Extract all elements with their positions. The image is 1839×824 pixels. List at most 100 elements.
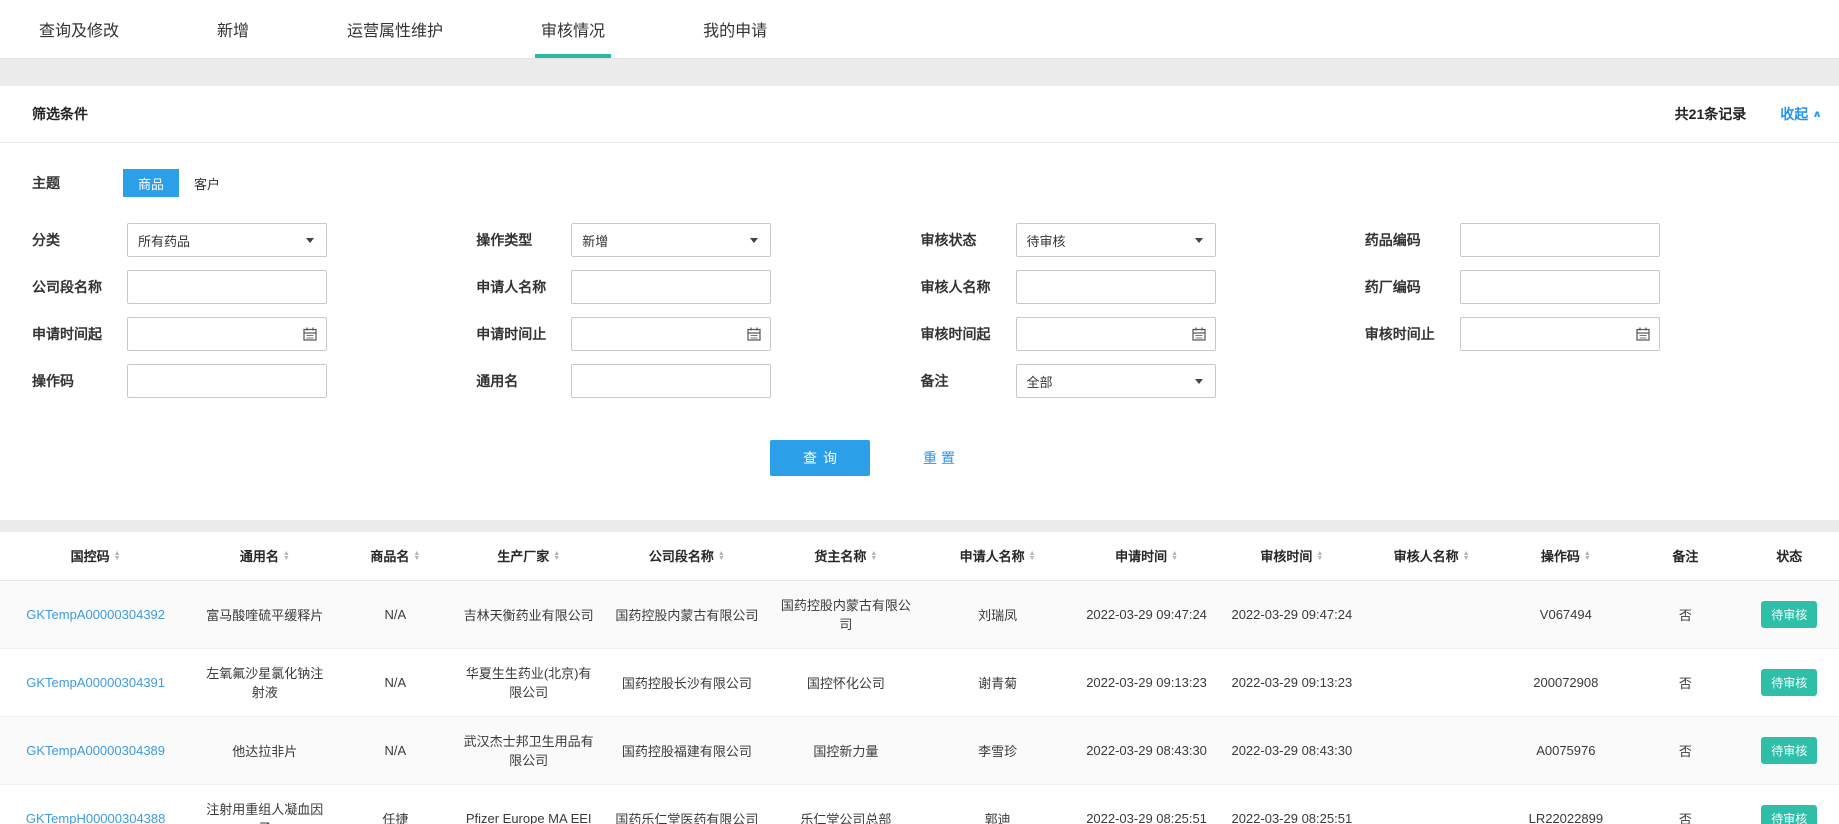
cell-状态: 待审核 [1740,716,1839,784]
sort-icon[interactable]: ▲▼ [413,551,420,561]
cell-审核时间: 2022-03-29 09:47:24 [1221,580,1363,648]
审核人名称-input[interactable] [1016,270,1216,304]
tab-新增[interactable]: 新增 [217,0,249,58]
公司段名称-input[interactable] [127,270,327,304]
filter-field-审核人名称: 审核人名称 [921,270,1365,304]
cell-货主名称: 乐仁堂公司总部 [769,784,923,824]
column-header-inner[interactable]: 申请人名称▲▼ [960,546,1036,565]
column-header-inner[interactable]: 审核人名称 ▲▼ [1394,546,1470,565]
sort-icon[interactable]: ▲▼ [1029,551,1036,561]
sort-icon[interactable]: ▲▼ [114,551,121,561]
theme-label: 主题 [32,173,123,193]
申请时间起-date-input[interactable] [127,317,327,351]
text-input[interactable] [1027,280,1205,295]
column-label: 状态 [1776,546,1802,565]
tab-我的申请[interactable]: 我的申请 [703,0,767,58]
cell-商品名: N/A [338,716,452,784]
cell-商品名: N/A [338,648,452,716]
search-button[interactable]: 查询 [770,440,870,476]
申请人名称-input[interactable] [571,270,771,304]
审核时间止-date-input[interactable] [1460,317,1660,351]
cell-状态: 待审核 [1740,784,1839,824]
药厂编码-input[interactable] [1460,270,1660,304]
date-input[interactable] [582,327,760,342]
gk-code-link[interactable]: GKTempH00000304388 [26,811,166,824]
text-input[interactable] [138,280,316,295]
field-label: 审核人名称 [921,277,1016,297]
sort-icon[interactable]: ▲▼ [1171,551,1178,561]
text-input[interactable] [138,374,316,389]
操作类型-select[interactable]: 新增 [571,223,771,257]
sort-icon[interactable]: ▲▼ [870,551,877,561]
操作码-input[interactable] [127,364,327,398]
gk-code-link[interactable]: GKTempA00000304391 [26,675,165,690]
sort-icon[interactable]: ▲▼ [283,551,290,561]
field-label: 审核时间起 [921,324,1016,344]
tab-审核情况[interactable]: 审核情况 [541,0,605,58]
column-header-inner[interactable]: 公司段名称▲▼ [649,546,725,565]
药品编码-input[interactable] [1460,223,1660,257]
column-header-inner[interactable]: 货主名称▲▼ [814,546,877,565]
status-badge: 待审核 [1761,737,1817,764]
column-header-inner[interactable]: 操作码▲▼ [1541,546,1591,565]
theme-option-客户[interactable]: 客户 [179,169,235,197]
date-input[interactable] [1027,327,1205,342]
审核状态-select[interactable]: 待审核 [1016,223,1216,257]
cell-货主名称: 国药控股内蒙古有限公司 [769,580,923,648]
field-label: 申请时间止 [476,324,571,344]
sort-icon[interactable]: ▲▼ [718,551,725,561]
cell-国控码: GKTempA00000304391 [0,648,191,716]
text-input[interactable] [1471,280,1649,295]
cell-货主名称: 国控新力量 [769,716,923,784]
reset-button[interactable]: 重置 [923,448,959,468]
column-label: 审核人名称 [1394,546,1459,565]
column-header-inner[interactable]: 审核时间▲▼ [1260,546,1323,565]
cell-通用名: 左氧氟沙星氯化钠注射液 [191,648,338,716]
filter-field-分类: 分类所有药品 [32,223,476,257]
sort-icon[interactable]: ▲▼ [1463,551,1470,561]
cell-操作码: V067494 [1501,580,1632,648]
table-row: GKTempA00000304389他达拉非片N/A武汉杰士邦卫生用品有限公司国… [0,716,1839,784]
cell-通用名: 注射用重组人凝血因子 [191,784,338,824]
column-header-inner[interactable]: 生产厂家▲▼ [497,546,560,565]
cell-申请人名称: 李雪珍 [923,716,1072,784]
sort-icon[interactable]: ▲▼ [1584,551,1591,561]
审核时间起-date-input[interactable] [1016,317,1216,351]
column-header-通用名: 通用名▲▼ [191,532,338,580]
column-header-生产厂家: 生产厂家▲▼ [452,532,605,580]
column-header-inner[interactable]: 申请时间▲▼ [1115,546,1178,565]
tab-查询及修改[interactable]: 查询及修改 [39,0,119,58]
备注-select[interactable]: 全部 [1016,364,1216,398]
date-input[interactable] [138,327,316,342]
sort-desc-icon: ▼ [718,556,725,561]
分类-select[interactable]: 所有药品 [127,223,327,257]
column-header-inner[interactable]: 国控码 ▲▼ [71,546,121,565]
column-label: 国控码 [71,546,110,565]
column-header-inner[interactable]: 商品名▲▼ [370,546,420,565]
tab-运营属性维护[interactable]: 运营属性维护 [347,0,443,58]
sort-icon[interactable]: ▲▼ [1316,551,1323,561]
cell-备注: 否 [1631,716,1740,784]
text-input[interactable] [1471,233,1649,248]
theme-option-商品[interactable]: 商品 [123,169,179,197]
申请时间止-date-input[interactable] [571,317,771,351]
field-label: 操作类型 [476,230,571,250]
filter-field-备注: 备注全部 [921,364,1365,398]
column-header-操作码: 操作码▲▼ [1501,532,1632,580]
sort-desc-icon: ▼ [870,556,877,561]
gk-code-link[interactable]: GKTempA00000304392 [26,607,165,622]
text-input[interactable] [582,280,760,295]
cell-备注: 否 [1631,648,1740,716]
text-input[interactable] [582,374,760,389]
cell-操作码: A0075976 [1501,716,1632,784]
column-header-inner[interactable]: 通用名▲▼ [240,546,290,565]
sort-icon[interactable]: ▲▼ [553,551,560,561]
gk-code-link[interactable]: GKTempA00000304389 [26,743,165,758]
date-input[interactable] [1471,327,1649,342]
cell-申请时间: 2022-03-29 08:25:51 [1072,784,1221,824]
collapse-button[interactable]: 收起 ∧ [1780,104,1822,124]
field-label: 审核状态 [921,230,1016,250]
table-row: GKTempA00000304391左氧氟沙星氯化钠注射液N/A华夏生生药业(北… [0,648,1839,716]
通用名-input[interactable] [571,364,771,398]
sort-desc-icon: ▼ [283,556,290,561]
